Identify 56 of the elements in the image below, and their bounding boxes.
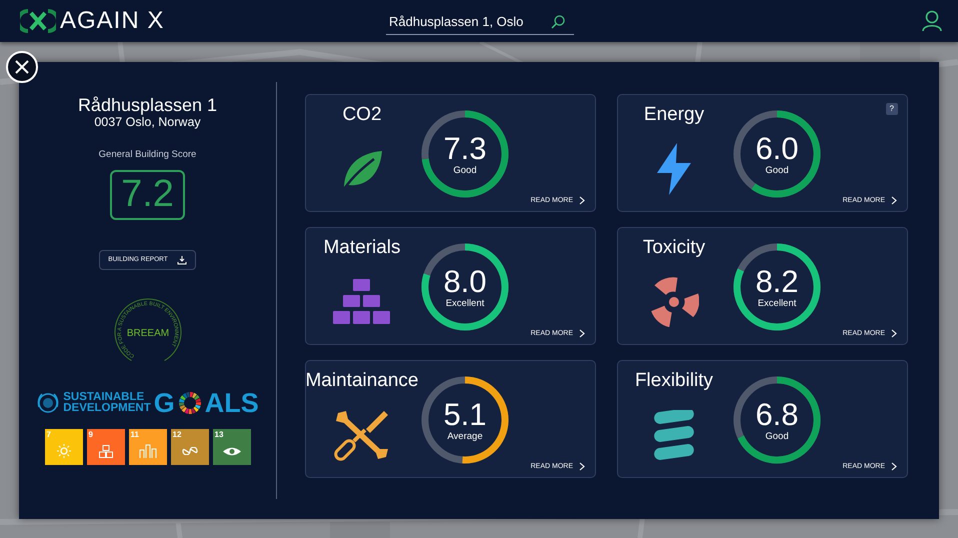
chevron-right-icon[interactable] <box>891 196 897 206</box>
sun-icon <box>57 444 71 458</box>
goal-number: 11 <box>130 430 139 439</box>
logo-text: AGAIN X <box>60 6 164 36</box>
goal-number: 12 <box>172 430 182 439</box>
score-value: 6.8 <box>755 399 799 430</box>
score-rating: Average <box>447 430 483 444</box>
building-name: Rådhusplassen 1 <box>78 96 218 116</box>
bricks-icon <box>332 278 392 325</box>
score-rating: Excellent <box>446 297 484 312</box>
score-value: 7.2 <box>110 170 185 220</box>
infinity-icon <box>182 447 198 456</box>
sdg-wheel-icon <box>178 391 202 416</box>
goal-number: 7 <box>46 430 51 439</box>
stacked-bars-icon <box>652 410 696 460</box>
un-emblem-icon <box>36 391 60 416</box>
chevron-right-icon[interactable] <box>579 196 585 206</box>
score-value: 8.2 <box>755 266 799 298</box>
download-icon[interactable] <box>176 254 187 265</box>
search-icon[interactable] <box>551 14 565 29</box>
score-rating: Excellent <box>758 297 796 312</box>
help-button[interactable]: ? <box>886 103 898 115</box>
goals-letter: G <box>154 390 175 417</box>
category-title: Flexibility <box>634 370 714 393</box>
search-field[interactable]: Rådhusplassen 1, Oslo <box>386 10 574 34</box>
goals-letters: ALS <box>204 390 259 417</box>
building-address: 0037 Oslo, Norway <box>94 116 201 130</box>
score-value: 6.0 <box>755 133 799 164</box>
lightning-icon <box>657 142 691 195</box>
close-icon[interactable] <box>14 59 30 75</box>
chevron-right-icon[interactable] <box>891 462 897 472</box>
category-title: Energy <box>644 104 704 127</box>
score-label: General Building Score <box>98 148 196 162</box>
tools-icon <box>334 408 390 461</box>
eye-icon <box>223 446 241 456</box>
category-title: Materials <box>323 237 401 260</box>
chevron-right-icon[interactable] <box>891 329 897 338</box>
goal-number: 9 <box>88 430 93 439</box>
score-rating: Good <box>765 164 789 178</box>
goal-number: 13 <box>214 430 224 439</box>
score-value: 5.1 <box>443 399 487 430</box>
score-rating: Good <box>765 430 789 444</box>
score-value: 7.3 <box>443 133 487 164</box>
category-title: Toxicity <box>642 237 706 260</box>
chevron-right-icon[interactable] <box>579 329 585 338</box>
score-value: 8.0 <box>443 266 487 298</box>
category-title: CO2 <box>342 104 382 127</box>
radiation-icon <box>649 276 699 327</box>
chevron-right-icon[interactable] <box>579 462 585 472</box>
logo-icon <box>20 9 56 33</box>
sdg-title: SUSTAINABLE DEVELOPMENT <box>63 392 151 414</box>
buildings-icon <box>139 444 157 458</box>
score-rating: Good <box>453 164 477 178</box>
category-title: Maintainance <box>305 370 419 393</box>
cubes-icon <box>99 444 113 458</box>
user-icon[interactable] <box>922 10 942 32</box>
